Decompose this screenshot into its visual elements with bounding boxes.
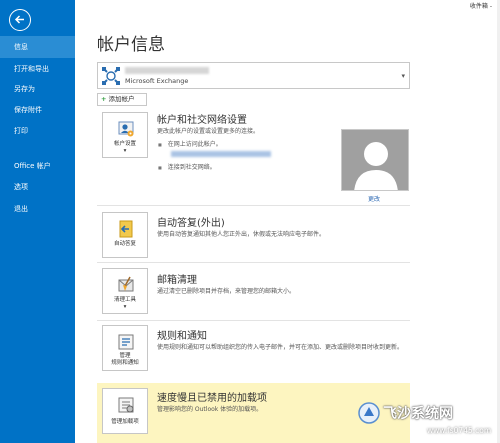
change-photo-link[interactable]: 更改 bbox=[368, 194, 380, 203]
rules-desc: 使用规则和通知可以帮助组织您的传入电子邮件，并可在添加、更改或删除项目时收到更新… bbox=[157, 344, 404, 351]
tile-dropdown-arrow-icon: ▾ bbox=[123, 304, 127, 310]
divider bbox=[97, 320, 410, 321]
rules-tile-label-1: 管理 bbox=[119, 353, 131, 359]
addins-icon bbox=[118, 397, 134, 413]
bullet-social-networks[interactable]: 连接到社交网络。 bbox=[158, 162, 216, 171]
account-settings-icon bbox=[118, 121, 134, 137]
cleanup-tile-label: 清理工具 bbox=[113, 297, 136, 303]
nav-item-exit[interactable]: 退出 bbox=[0, 198, 75, 220]
auto-reply-desc: 使用自动答复通知其他人您正外出，休假或无法响应电子邮件。 bbox=[157, 231, 326, 238]
plus-icon: + bbox=[101, 95, 107, 103]
account-selector[interactable]: Microsoft Exchange ▾ bbox=[97, 62, 410, 89]
auto-reply-tile-label: 自动答复 bbox=[113, 241, 136, 247]
rules-tile-label-2: 规则和通知 bbox=[111, 360, 139, 366]
addins-tile-label: 管理加载项 bbox=[111, 419, 139, 425]
account-type: Microsoft Exchange bbox=[125, 77, 189, 85]
bullet-web-access: 在网上访问此帐户。 bbox=[158, 139, 222, 148]
divider bbox=[97, 205, 410, 206]
account-settings-title: 帐户和社交网络设置 bbox=[157, 115, 247, 126]
add-account-label: 添加帐户 bbox=[108, 95, 135, 103]
cleanup-tools-button[interactable]: 清理工具 ▾ bbox=[102, 268, 148, 314]
account-email-blurred bbox=[125, 67, 209, 74]
back-arrow-icon bbox=[14, 15, 24, 24]
tile-dropdown-arrow-icon: ▾ bbox=[123, 148, 127, 154]
person-placeholder-icon bbox=[354, 142, 398, 190]
owa-link-blurred[interactable] bbox=[171, 151, 271, 157]
nav-item-options[interactable]: 选项 bbox=[0, 176, 75, 198]
watermark: 飞沙系统网 www.fs0745.com bbox=[357, 395, 500, 443]
account-settings-tile-label: 帐户设置 bbox=[113, 141, 136, 147]
watermark-text: 飞沙系统网 bbox=[383, 406, 453, 422]
nav-item-open-export[interactable]: 打开和导出 bbox=[0, 58, 75, 80]
mailbox-cleanup-desc: 通过清空已删除项目并存档，来管理您的邮箱大小。 bbox=[157, 288, 296, 295]
backstage-sidebar: 信息 打开和导出 另存为 保存附件 打印 Office 帐户 选项 退出 bbox=[0, 0, 75, 443]
nav-item-print[interactable]: 打印 bbox=[0, 120, 75, 142]
nav-item-info[interactable]: 信息 bbox=[0, 36, 75, 58]
chevron-down-icon: ▾ bbox=[401, 72, 405, 80]
page-title: 帐户信息 bbox=[97, 35, 165, 55]
cleanup-icon bbox=[118, 276, 134, 292]
rules-icon bbox=[118, 334, 134, 350]
manage-addins-button[interactable]: 管理加载项 bbox=[102, 388, 148, 434]
watermark-url: www.fs0745.com bbox=[427, 426, 492, 435]
manage-rules-button[interactable]: 管理 规则和通知 bbox=[102, 325, 148, 371]
divider bbox=[97, 262, 410, 263]
rules-title: 规则和通知 bbox=[157, 331, 207, 342]
nav-item-office-account[interactable]: Office 帐户 bbox=[0, 155, 75, 177]
profile-picture bbox=[341, 129, 409, 191]
slow-addins-title: 速度慢且已禁用的加载项 bbox=[157, 393, 267, 404]
top-right-user: 收件箱 - bbox=[469, 3, 492, 10]
exchange-icon bbox=[102, 67, 120, 85]
watermark-logo-icon bbox=[358, 402, 380, 424]
mailbox-cleanup-title: 邮箱清理 bbox=[157, 275, 197, 286]
nav-item-save-attachments[interactable]: 保存附件 bbox=[0, 99, 75, 121]
auto-reply-button[interactable]: 自动答复 bbox=[102, 212, 148, 258]
auto-reply-icon bbox=[119, 220, 133, 238]
add-account-button[interactable]: + 添加帐户 bbox=[97, 93, 147, 106]
auto-reply-title: 自动答复(外出) bbox=[157, 218, 225, 229]
nav-item-save-as[interactable]: 另存为 bbox=[0, 78, 75, 100]
account-settings-button[interactable]: 帐户设置 ▾ bbox=[102, 112, 148, 158]
back-button[interactable] bbox=[9, 9, 31, 31]
